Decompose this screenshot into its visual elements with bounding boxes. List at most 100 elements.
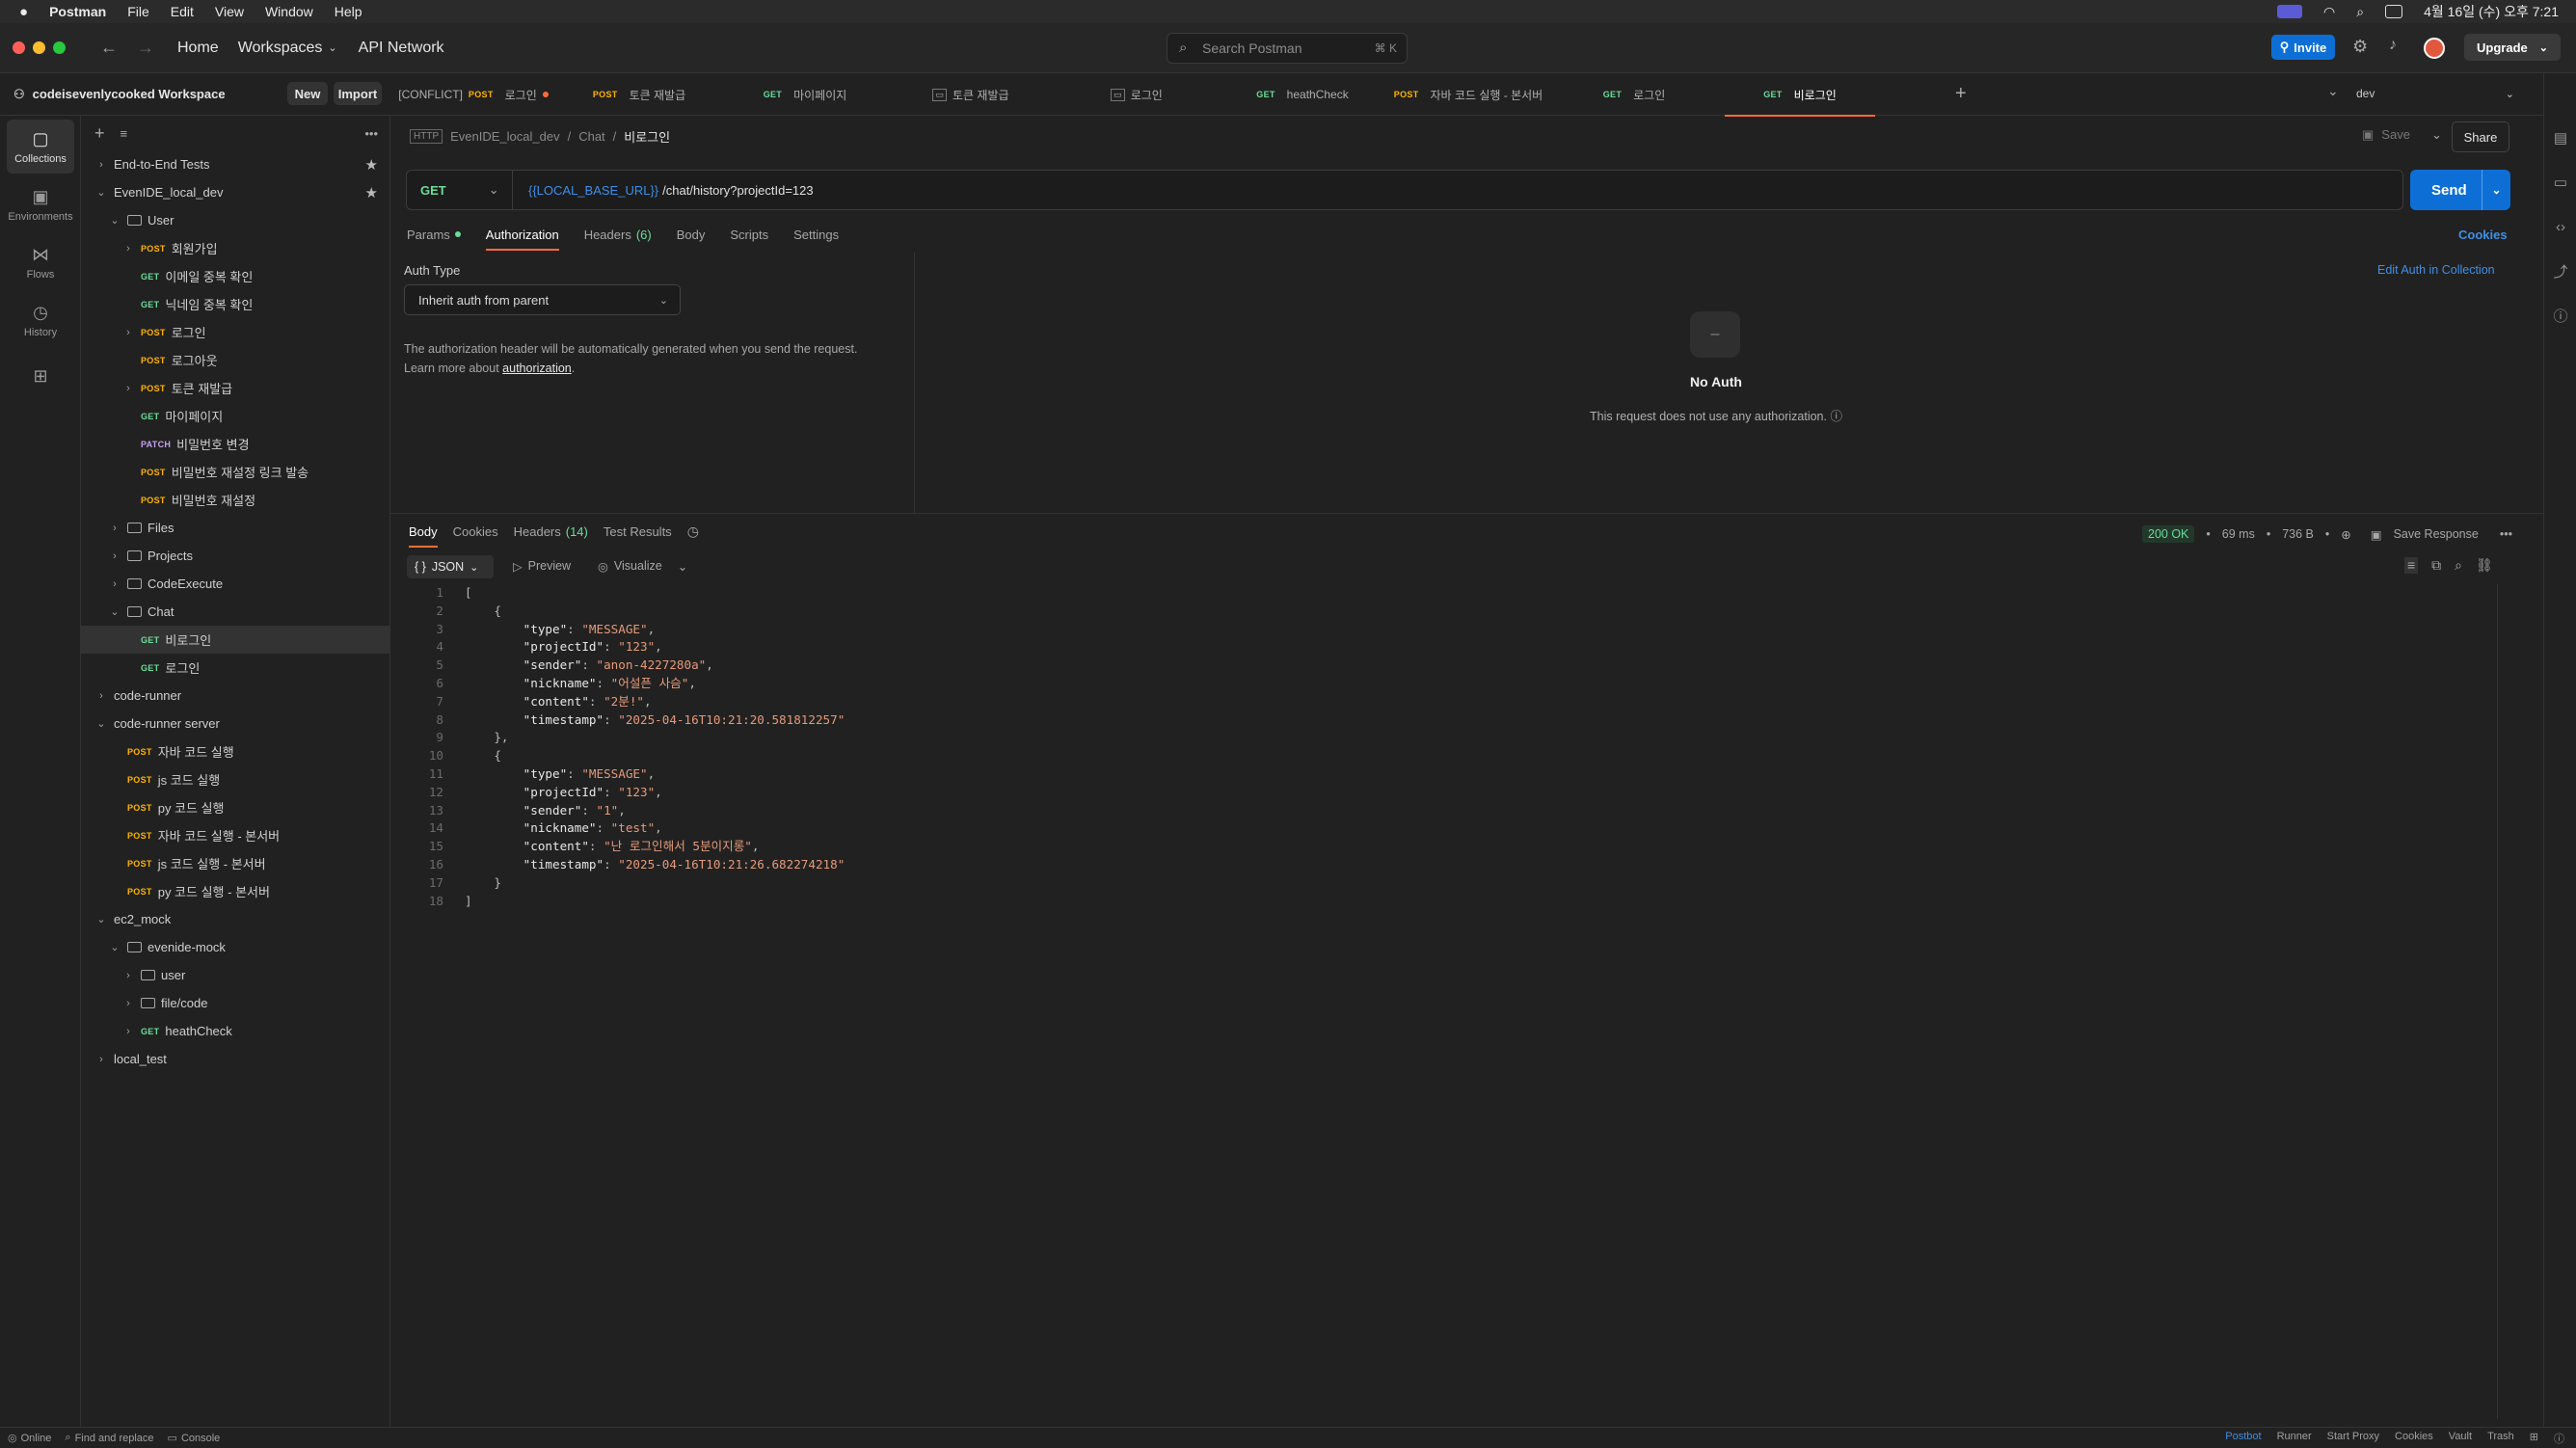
menu-view[interactable]: View bbox=[215, 4, 244, 19]
chevron-down-icon[interactable]: ⌄ bbox=[94, 913, 108, 925]
tree-request[interactable]: POST py 코드 실행 bbox=[81, 793, 389, 821]
clock[interactable]: 4월 16일 (수) 오후 7:21 bbox=[2424, 2, 2559, 21]
chevron-down-icon[interactable]: ⌄ bbox=[94, 186, 108, 199]
rail-history[interactable]: ◷ History bbox=[7, 293, 74, 347]
tree-folder[interactable]: › user bbox=[81, 961, 389, 989]
menu-window[interactable]: Window bbox=[265, 4, 313, 19]
tree-request[interactable]: POST js 코드 실행 bbox=[81, 765, 389, 793]
link-icon[interactable]: ⛓ bbox=[2476, 557, 2493, 574]
status-badge[interactable]: 200 OK bbox=[2142, 525, 2195, 543]
response-time[interactable]: 69 ms bbox=[2222, 527, 2255, 541]
wifi-icon[interactable]: ◠ bbox=[2323, 4, 2335, 20]
apple-icon[interactable]: ● bbox=[19, 4, 28, 20]
format-select[interactable]: { } JSON ⌄ bbox=[407, 555, 494, 578]
nav-home[interactable]: Home bbox=[177, 40, 219, 57]
nav-api-network[interactable]: API Network bbox=[359, 40, 444, 57]
tree-collection[interactable]: › local_test bbox=[81, 1045, 389, 1073]
chevron-right-icon[interactable]: › bbox=[108, 550, 121, 562]
menu-help[interactable]: Help bbox=[335, 4, 362, 19]
tree-request[interactable]: POST 로그아웃 bbox=[81, 346, 389, 374]
postbot-button[interactable]: Postbot bbox=[2225, 1431, 2261, 1446]
filter-icon[interactable]: ≡ bbox=[121, 126, 128, 141]
auth-type-select[interactable]: Inherit auth from parent ⌄ bbox=[404, 284, 681, 315]
request-tab[interactable]: POST 자바 코드 실행 - 본서버 bbox=[1385, 73, 1551, 116]
globe-icon[interactable]: ⊕ bbox=[2341, 527, 2350, 542]
minimize-window-button[interactable] bbox=[33, 41, 45, 54]
method-select[interactable]: GET ⌄ bbox=[407, 171, 513, 209]
breadcrumb-folder[interactable]: Chat bbox=[578, 129, 604, 144]
bell-icon[interactable]: ♪ bbox=[2389, 37, 2397, 54]
console-button[interactable]: Console bbox=[181, 1433, 220, 1444]
tree-collection[interactable]: › End-to-End Tests ★ bbox=[81, 150, 389, 178]
tree-request[interactable]: POST 자바 코드 실행 - 본서버 bbox=[81, 821, 389, 849]
request-tab[interactable]: GET 비로그인 bbox=[1717, 73, 1883, 117]
search-menubar-icon[interactable]: ⌕ bbox=[2356, 4, 2364, 20]
chevron-right-icon[interactable]: › bbox=[94, 159, 108, 171]
chevron-right-icon[interactable]: › bbox=[121, 998, 135, 1009]
info-icon[interactable]: ⓘ bbox=[2544, 293, 2576, 337]
chevron-right-icon[interactable]: › bbox=[121, 1026, 135, 1037]
chevron-right-icon[interactable]: › bbox=[94, 1054, 108, 1065]
info-icon[interactable]: ⓘ bbox=[1830, 410, 1842, 423]
invite-button[interactable]: ⚲ Invite bbox=[2271, 35, 2335, 60]
request-tab[interactable]: GET 마이페이지 bbox=[722, 73, 888, 116]
response-size[interactable]: 736 B bbox=[2282, 527, 2314, 541]
app-menu[interactable]: Postman bbox=[49, 4, 106, 19]
chevron-down-icon[interactable]: ⌄ bbox=[328, 41, 336, 54]
search-input[interactable]: ⌕ Search Postman ⌘ K bbox=[1167, 33, 1408, 64]
tree-folder[interactable]: ⌄ Chat bbox=[81, 598, 389, 626]
search-icon[interactable]: ⌕ bbox=[2455, 557, 2462, 574]
breadcrumb-collection[interactable]: EvenIDE_local_dev bbox=[450, 129, 559, 144]
tree-request[interactable]: › GET heathCheck bbox=[81, 1017, 389, 1045]
gear-icon[interactable]: ⚙ bbox=[2352, 37, 2368, 57]
preview-button[interactable]: ▷ Preview bbox=[513, 559, 571, 574]
tree-request[interactable]: POST 자바 코드 실행 bbox=[81, 737, 389, 765]
more-icon[interactable]: ••• bbox=[364, 126, 378, 141]
back-arrow-icon[interactable]: ← bbox=[100, 38, 118, 58]
related-icon[interactable]: ⤴ bbox=[2544, 249, 2576, 293]
request-tab[interactable]: GET 로그인 bbox=[1551, 73, 1717, 116]
tree-folder[interactable]: › Projects bbox=[81, 542, 389, 570]
cookies-button[interactable]: Cookies bbox=[2395, 1431, 2433, 1446]
copy-icon[interactable]: ⧉ bbox=[2431, 557, 2441, 574]
resp-tab-body[interactable]: Body bbox=[409, 517, 438, 548]
tree-collection[interactable]: ⌄ code-runner server bbox=[81, 710, 389, 737]
tree-folder[interactable]: › file/code bbox=[81, 989, 389, 1017]
request-tab[interactable]: POST 토큰 재발급 bbox=[556, 73, 722, 116]
chevron-down-icon[interactable]: ⌄ bbox=[108, 941, 121, 953]
resp-tab-test-results[interactable]: Test Results bbox=[604, 517, 672, 546]
tab-scripts[interactable]: Scripts bbox=[730, 220, 768, 249]
chevron-right-icon[interactable]: › bbox=[121, 243, 135, 255]
chevron-right-icon[interactable]: › bbox=[94, 690, 108, 702]
edit-auth-link[interactable]: Edit Auth in Collection bbox=[2377, 263, 2495, 277]
request-tab[interactable]: [CONFLICT] POST 로그인 bbox=[390, 73, 556, 116]
tree-request[interactable]: POST js 코드 실행 - 본서버 bbox=[81, 849, 389, 877]
save-response-button[interactable]: Save Response bbox=[2394, 527, 2479, 541]
tree-folder[interactable]: › Files bbox=[81, 514, 389, 542]
tab-headers[interactable]: Headers (6) bbox=[584, 220, 652, 249]
rail-collections[interactable]: ▢ Collections bbox=[7, 120, 74, 174]
save-button[interactable]: ▣ Save ⌄ bbox=[2362, 127, 2442, 143]
plus-icon[interactable]: + bbox=[94, 123, 105, 144]
tree-collection[interactable]: ⌄ EvenIDE_local_dev ★ bbox=[81, 178, 389, 206]
cookies-link[interactable]: Cookies bbox=[2458, 228, 2508, 242]
history-icon[interactable]: ◷ bbox=[687, 523, 699, 540]
code-icon[interactable]: ‹› bbox=[2544, 204, 2576, 249]
tab-authorization[interactable]: Authorization bbox=[485, 220, 559, 251]
request-tab[interactable]: ▭ 토큰 재발급 bbox=[888, 73, 1054, 116]
request-tab[interactable]: GET heathCheck bbox=[1220, 73, 1385, 116]
new-button[interactable]: New bbox=[287, 82, 328, 105]
wrap-icon[interactable]: ≡ bbox=[2404, 557, 2419, 574]
tree-request[interactable]: POST py 코드 실행 - 본서버 bbox=[81, 877, 389, 905]
request-tab[interactable]: ▭ 로그인 bbox=[1054, 73, 1220, 116]
find-replace-button[interactable]: Find and replace bbox=[75, 1433, 154, 1444]
authorization-link[interactable]: authorization bbox=[502, 362, 572, 375]
menu-file[interactable]: File bbox=[127, 4, 149, 19]
breadcrumb-request[interactable]: 비로그인 bbox=[624, 127, 670, 146]
resp-tab-headers[interactable]: Headers (14) bbox=[514, 517, 588, 546]
new-tab-button[interactable]: + bbox=[1955, 83, 1967, 105]
tree-request[interactable]: GET 이메일 중복 확인 bbox=[81, 262, 389, 290]
menu-edit[interactable]: Edit bbox=[171, 4, 194, 19]
tab-settings[interactable]: Settings bbox=[793, 220, 839, 249]
tree-request[interactable]: POST 비밀번호 재설정 링크 발송 bbox=[81, 458, 389, 486]
